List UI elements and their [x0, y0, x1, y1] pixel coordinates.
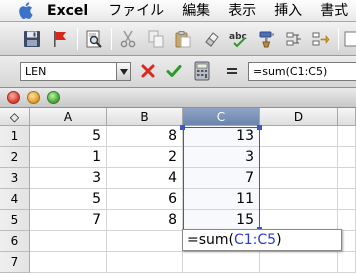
cell-b6[interactable] — [107, 231, 183, 252]
menu-insert[interactable]: 挿入 — [274, 0, 302, 22]
column-header-e[interactable] — [338, 108, 356, 126]
cell-a2[interactable]: 1 — [30, 147, 107, 168]
menu-app-excel[interactable]: Excel — [47, 0, 88, 22]
row-header-6[interactable]: 6 — [0, 231, 30, 252]
cell-e4[interactable] — [338, 189, 356, 210]
row-header-3[interactable]: 3 — [0, 168, 30, 189]
row-header-2[interactable]: 2 — [0, 147, 30, 168]
cell-e5[interactable] — [338, 210, 356, 231]
copy-icon[interactable] — [144, 27, 168, 51]
apple-menu-icon[interactable] — [18, 0, 33, 22]
formula-builder-icon[interactable] — [190, 59, 214, 83]
cell-b5[interactable]: 8 — [107, 210, 183, 231]
selection-handle[interactable] — [257, 125, 262, 130]
cell-d3[interactable] — [260, 168, 338, 189]
flag-icon[interactable] — [48, 27, 72, 51]
column-header-b[interactable]: B — [107, 108, 183, 126]
window-title-bar — [0, 88, 356, 108]
column-header-d[interactable]: D — [260, 108, 338, 126]
spelling-icon[interactable]: abc — [227, 27, 251, 51]
svg-text:abc: abc — [229, 32, 247, 42]
eraser-icon[interactable] — [200, 27, 224, 51]
cell-a6[interactable] — [30, 231, 107, 252]
cell-d4[interactable] — [260, 189, 338, 210]
cell-e7[interactable] — [338, 252, 356, 273]
cell-a3[interactable]: 3 — [30, 168, 107, 189]
cell-b4[interactable]: 6 — [107, 189, 183, 210]
cell-b1[interactable]: 8 — [107, 126, 183, 147]
menu-view[interactable]: 表示 — [228, 0, 256, 22]
formula-bar: LEN =sum(C1:C5) — [0, 56, 356, 88]
cell-b3[interactable]: 4 — [107, 168, 183, 189]
selection-handle[interactable] — [180, 125, 185, 130]
cell-e3[interactable] — [338, 168, 356, 189]
save-icon[interactable] — [20, 27, 44, 51]
toolbar-separator — [111, 28, 112, 50]
edit-suffix: ) — [276, 232, 282, 248]
close-window-icon[interactable] — [7, 91, 20, 104]
in-cell-formula-editor[interactable]: =sum(C1:C5) — [182, 229, 342, 251]
toolbar-separator — [77, 28, 78, 50]
row-header-1[interactable]: 1 — [0, 126, 30, 147]
column-header-a[interactable]: A — [30, 108, 107, 126]
menu-edit[interactable]: 編集 — [182, 0, 210, 22]
edit-prefix: =sum( — [187, 232, 234, 248]
insert-hyperlink-icon[interactable] — [282, 27, 306, 51]
cell-d1[interactable] — [260, 126, 338, 147]
row-header-5[interactable]: 5 — [0, 210, 30, 231]
paste-icon[interactable] — [171, 27, 195, 51]
name-box[interactable]: LEN — [20, 62, 117, 81]
cell-a1[interactable]: 5 — [30, 126, 107, 147]
cell-c7[interactable] — [183, 252, 260, 273]
row-header-7[interactable]: 7 — [0, 252, 30, 273]
cell-b7[interactable] — [107, 252, 183, 273]
sort-icon[interactable] — [309, 27, 333, 51]
autosum-icon[interactable] — [344, 27, 356, 51]
column-header-c[interactable]: C — [183, 108, 260, 126]
cell-e2[interactable] — [338, 147, 356, 168]
equals-icon[interactable] — [220, 59, 244, 83]
cell-a7[interactable] — [30, 252, 107, 273]
cell-d7[interactable] — [260, 252, 338, 273]
row-header-4[interactable]: 4 — [0, 189, 30, 210]
name-box-dropdown-icon[interactable] — [117, 62, 131, 81]
menu-file[interactable]: ファイル — [108, 0, 164, 22]
zoom-window-icon[interactable] — [47, 91, 60, 104]
menu-format[interactable]: 書式 — [320, 0, 348, 22]
cell-d5[interactable] — [260, 210, 338, 231]
enter-icon[interactable] — [162, 59, 186, 83]
cell-a5[interactable]: 7 — [30, 210, 107, 231]
print-preview-icon[interactable] — [82, 27, 106, 51]
cell-d2[interactable] — [260, 147, 338, 168]
format-painter-icon[interactable] — [255, 27, 279, 51]
cell-b2[interactable]: 2 — [107, 147, 183, 168]
formula-input[interactable]: =sum(C1:C5) — [248, 62, 356, 81]
select-all-corner[interactable]: ◇ — [0, 108, 30, 126]
edit-reference: C1:C5 — [234, 232, 277, 248]
cell-e1[interactable] — [338, 126, 356, 147]
selection-range — [183, 127, 260, 230]
menu-bar: Excel ファイル 編集 表示 挿入 書式 — [0, 0, 356, 22]
minimize-window-icon[interactable] — [27, 91, 40, 104]
cancel-icon[interactable] — [136, 59, 160, 83]
toolbar-separator — [338, 28, 339, 50]
standard-toolbar: abc — [0, 22, 356, 56]
cell-a4[interactable]: 5 — [30, 189, 107, 210]
cut-icon[interactable] — [116, 27, 140, 51]
